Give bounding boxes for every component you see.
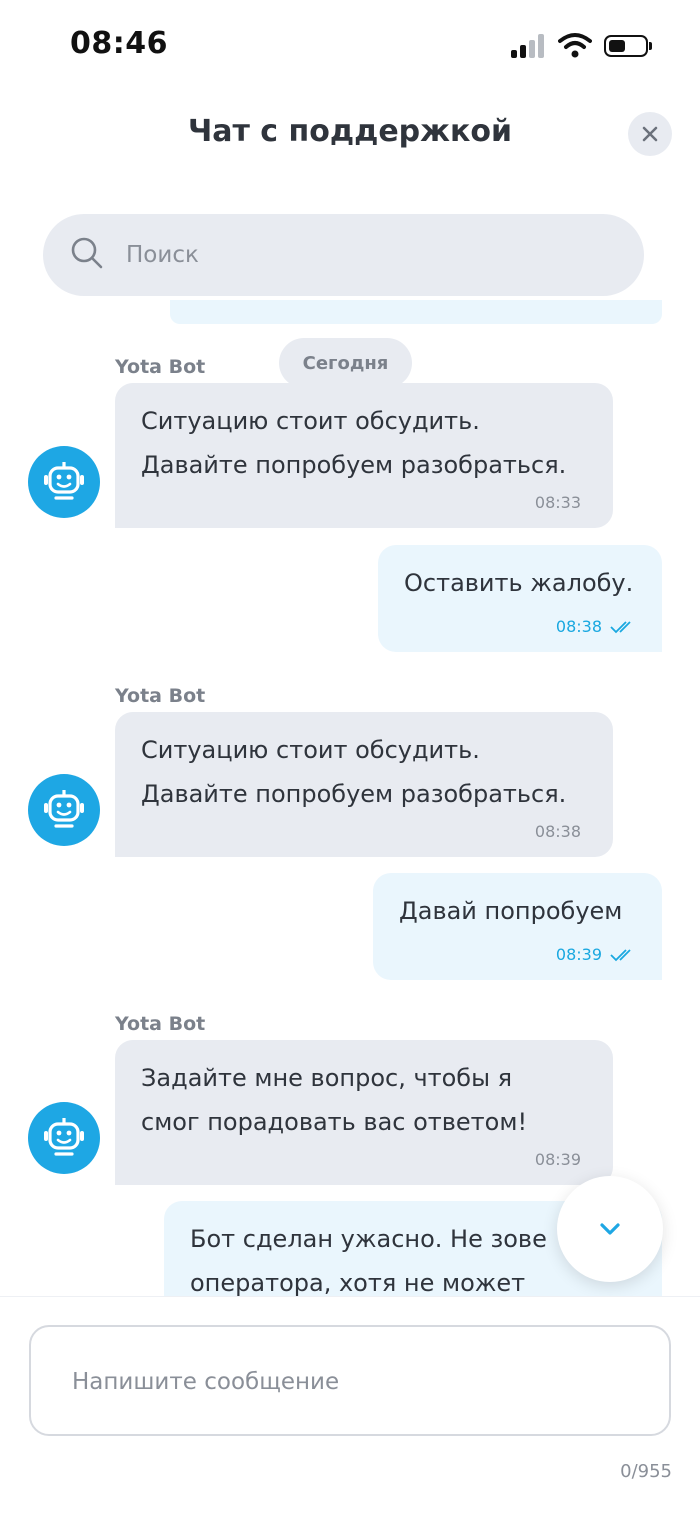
status-time: 08:46 [70, 26, 168, 61]
search-icon [71, 237, 103, 269]
user-message: Давай попробуем 08:39 [373, 873, 662, 980]
chevron-down-icon [600, 1223, 620, 1235]
bot-message: Задайте мне вопрос, чтобы я смог порадов… [115, 1040, 613, 1185]
close-button[interactable] [628, 112, 672, 156]
message-text: Задайте мне вопрос, чтобы я смог порадов… [141, 1064, 528, 1136]
message-time: 08:38 [534, 822, 581, 841]
bot-avatar [28, 774, 100, 846]
close-icon [642, 126, 658, 142]
message-time-row: 08:39 [556, 945, 636, 964]
sender-name: Yota Bot [115, 356, 206, 378]
message-text: Оставить жалобу. [404, 569, 634, 597]
signal-icon [511, 34, 547, 58]
scroll-down-button[interactable] [557, 1176, 663, 1282]
character-counter: 0/955 [620, 1461, 672, 1482]
message-time: 08:33 [534, 493, 581, 512]
page-title: Чат с поддержкой [187, 114, 512, 149]
bot-message: Ситуацию стоит обсудить. Давайте попробу… [115, 383, 613, 528]
message-text: Ситуацию стоит обсудить. Давайте попробу… [141, 407, 567, 479]
message-time: 08:39 [534, 1150, 581, 1169]
double-check-icon [610, 620, 631, 633]
battery-icon [604, 35, 648, 57]
bot-avatar [28, 1102, 100, 1174]
sender-name: Yota Bot [115, 1013, 206, 1035]
date-separator: Сегодня [279, 338, 412, 388]
robot-icon [44, 790, 84, 828]
message-time: 08:38 [555, 617, 602, 636]
search-input[interactable] [126, 230, 606, 280]
wifi-icon [558, 33, 592, 58]
user-message: Оставить жалобу. 08:38 [378, 545, 662, 652]
message-time-row: 08:38 [556, 617, 636, 636]
message-time: 08:39 [555, 945, 602, 964]
message-input[interactable] [72, 1360, 632, 1404]
double-check-icon [610, 948, 631, 961]
sender-name: Yota Bot [115, 685, 206, 707]
bot-message: Ситуацию стоит обсудить. Давайте попробу… [115, 712, 613, 857]
bot-avatar [28, 446, 100, 518]
message-text: Давай попробуем [399, 897, 623, 925]
message-text: Ситуацию стоит обсудить. Давайте попробу… [141, 736, 567, 808]
robot-icon [44, 1118, 84, 1156]
previous-message-bubble [170, 300, 662, 324]
battery-tip [649, 42, 652, 50]
robot-icon [44, 462, 84, 500]
